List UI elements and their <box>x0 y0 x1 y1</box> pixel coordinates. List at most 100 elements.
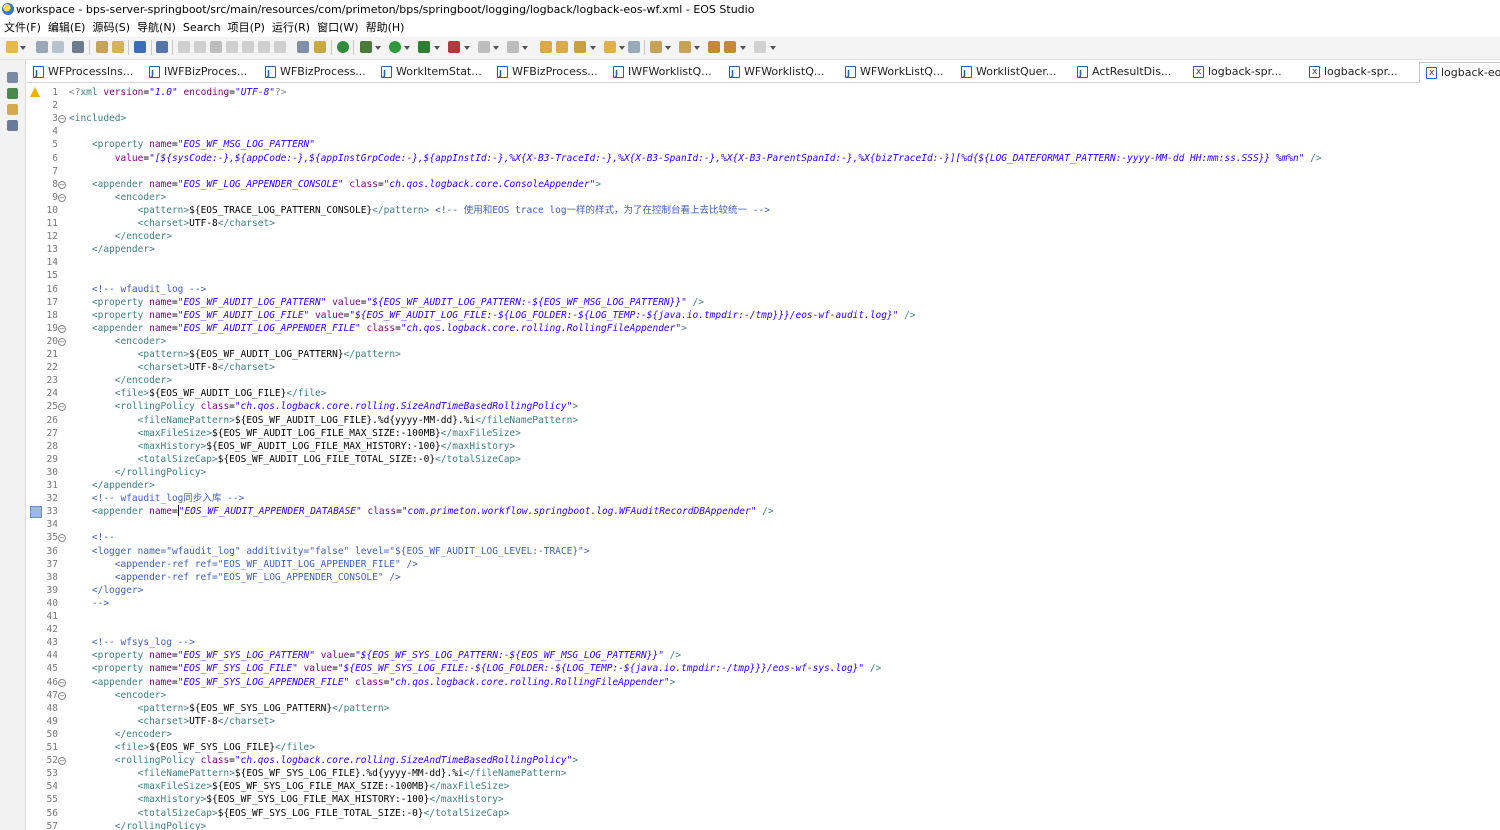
fold-toggle-icon[interactable]: − <box>58 324 66 333</box>
code-line[interactable]: 14 <box>27 256 1500 269</box>
code-line[interactable]: 46− <appender name="EOS_WF_SYS_LOG_APPEN… <box>27 676 1500 689</box>
menu-run[interactable]: 运行(R) <box>269 19 313 37</box>
code-line[interactable]: 16 <!-- wfaudit_log --> <box>27 283 1500 296</box>
code-line[interactable]: 44 <property name="EOS_WF_SYS_LOG_PATTER… <box>27 649 1500 662</box>
code-line[interactable]: 5 <property name="EOS_WF_MSG_LOG_PATTERN… <box>27 138 1500 151</box>
code-text[interactable]: </logger> <box>69 584 143 597</box>
debug-icon[interactable] <box>360 41 372 53</box>
terminate-icon[interactable] <box>210 41 222 53</box>
code-text[interactable]: <property name="EOS_WF_AUDIT_LOG_PATTERN… <box>69 296 704 309</box>
code-text[interactable]: <logger name="wfaudit_log" additivity="f… <box>69 545 590 558</box>
menu-help[interactable]: 帮助(H) <box>363 19 408 37</box>
code-line[interactable]: 12 </encoder> <box>27 230 1500 243</box>
code-line[interactable]: 33 <appender name="EOS_WF_AUDIT_APPENDER… <box>27 505 1500 519</box>
code-line[interactable]: 11 <charset>UTF-8</charset> <box>27 217 1500 230</box>
code-line[interactable]: 30 </rollingPolicy> <box>27 466 1500 479</box>
code-text[interactable]: <maxHistory>${EOS_WF_AUDIT_LOG_FILE_MAX_… <box>69 440 516 453</box>
forward-icon[interactable] <box>754 41 766 53</box>
menu-window[interactable]: 窗口(W) <box>314 19 361 37</box>
code-text[interactable]: value="[${sysCode:-},${appCode:-},${appI… <box>69 152 1322 165</box>
code-text[interactable]: </appender> <box>69 479 155 492</box>
code-line[interactable]: 1 <?xml version="1.0" encoding="UTF-8"?> <box>27 86 1500 99</box>
run-icon[interactable] <box>389 41 401 53</box>
fold-toggle-icon[interactable]: − <box>58 691 66 700</box>
code-line[interactable]: 19− <appender name="EOS_WF_AUDIT_LOG_APP… <box>27 322 1500 335</box>
code-text[interactable]: <rollingPolicy class="ch.qos.logback.cor… <box>69 400 578 413</box>
code-line[interactable]: 50 </encoder> <box>27 728 1500 741</box>
code-text[interactable]: <!-- wfaudit_log --> <box>69 283 206 296</box>
code-text[interactable]: <charset>UTF-8</charset> <box>69 217 275 230</box>
code-line[interactable]: 6 value="[${sysCode:-},${appCode:-},${ap… <box>27 152 1500 165</box>
project-explorer-icon[interactable] <box>7 104 18 115</box>
suspend-icon[interactable] <box>194 41 206 53</box>
terminal-icon[interactable] <box>134 41 146 53</box>
run-external-icon[interactable] <box>418 41 430 53</box>
code-text[interactable]: <pattern>${EOS_TRACE_LOG_PATTERN_CONSOLE… <box>69 204 770 217</box>
fold-toggle-icon[interactable]: − <box>58 403 66 412</box>
code-text[interactable]: <pattern>${EOS_WF_SYS_LOG_PATTERN}</patt… <box>69 702 390 715</box>
deploy-dropdown-icon[interactable] <box>522 46 528 50</box>
code-text[interactable]: <pattern>${EOS_WF_AUDIT_LOG_PATTERN}</pa… <box>69 348 401 361</box>
code-text[interactable]: <property name="EOS_WF_SYS_LOG_FILE" val… <box>69 662 881 675</box>
stop-icon[interactable] <box>478 41 490 53</box>
menu-file[interactable]: 文件(F) <box>1 19 44 37</box>
last-edit-location-icon[interactable] <box>708 41 720 53</box>
code-line[interactable]: 26 <fileNamePattern>${EOS_WF_AUDIT_LOG_F… <box>27 414 1500 427</box>
code-line[interactable]: 45 <property name="EOS_WF_SYS_LOG_FILE" … <box>27 662 1500 675</box>
code-text[interactable]: </encoder> <box>69 728 172 741</box>
code-line[interactable]: 48 <pattern>${EOS_WF_SYS_LOG_PATTERN}</p… <box>27 702 1500 715</box>
code-line[interactable]: 20− <encoder> <box>27 335 1500 348</box>
code-text[interactable]: </rollingPolicy> <box>69 466 207 479</box>
code-text[interactable]: <file>${EOS_WF_SYS_LOG_FILE}</file> <box>69 741 315 754</box>
coverage-icon[interactable] <box>448 41 460 53</box>
code-text[interactable]: <?xml version="1.0" encoding="UTF-8"?> <box>69 86 286 99</box>
code-text[interactable]: </rollingPolicy> <box>69 820 207 830</box>
next-annotation-icon[interactable] <box>650 41 662 53</box>
code-line[interactable]: 10 <pattern>${EOS_TRACE_LOG_PATTERN_CONS… <box>27 204 1500 217</box>
code-line[interactable]: 42 <box>27 623 1500 636</box>
code-line[interactable]: 27 <maxFileSize>${EOS_WF_AUDIT_LOG_FILE_… <box>27 427 1500 440</box>
editor-tab[interactable]: WFWorkListQ... <box>839 62 952 81</box>
editor-tab[interactable]: WFWorklistQ... <box>723 62 836 81</box>
code-text[interactable]: <property name="EOS_WF_AUDIT_LOG_FILE" v… <box>69 309 916 322</box>
fold-toggle-icon[interactable]: − <box>58 757 66 766</box>
menu-source[interactable]: 源码(S) <box>89 19 133 37</box>
disconnect-icon[interactable] <box>226 41 238 53</box>
code-text[interactable]: <rollingPolicy class="ch.qos.logback.cor… <box>69 754 578 767</box>
back-icon[interactable] <box>724 41 736 53</box>
open-folder-icon[interactable] <box>604 41 616 53</box>
code-line[interactable]: 39 </logger> <box>27 584 1500 597</box>
editor-tab[interactable]: WFBizProcess... <box>259 62 372 81</box>
new-dropdown-icon[interactable] <box>20 46 26 50</box>
editor-tab[interactable]: WorklistQuer... <box>955 62 1068 81</box>
previous-annotation-icon[interactable] <box>679 41 691 53</box>
fold-toggle-icon[interactable]: − <box>58 115 66 124</box>
run-dropdown-icon[interactable] <box>404 46 410 50</box>
code-line[interactable]: 31 </appender> <box>27 479 1500 492</box>
code-line[interactable]: 8− <appender name="EOS_WF_LOG_APPENDER_C… <box>27 178 1500 191</box>
fold-toggle-icon[interactable]: − <box>58 534 66 543</box>
editor-tab[interactable]: WFBizProcess... <box>491 62 604 81</box>
code-line[interactable]: 34 <box>27 518 1500 531</box>
code-line[interactable]: 37 <appender-ref ref="EOS_WF_AUDIT_LOG_A… <box>27 558 1500 571</box>
code-text[interactable]: <maxHistory>${EOS_WF_SYS_LOG_FILE_MAX_HI… <box>69 793 504 806</box>
code-line[interactable]: 53 <fileNamePattern>${EOS_WF_SYS_LOG_FIL… <box>27 767 1500 780</box>
code-text[interactable]: <property name="EOS_WF_MSG_LOG_PATTERN" <box>69 138 315 151</box>
code-line[interactable]: 56 <totalSizeCap>${EOS_WF_SYS_LOG_FILE_T… <box>27 807 1500 820</box>
code-line[interactable]: 57 </rollingPolicy> <box>27 820 1500 830</box>
code-text[interactable]: <totalSizeCap>${EOS_WF_AUDIT_LOG_FILE_TO… <box>69 453 521 466</box>
code-text[interactable]: <encoder> <box>69 191 166 204</box>
code-line[interactable]: 3− <included> <box>27 112 1500 125</box>
fold-toggle-icon[interactable]: − <box>58 193 66 202</box>
code-line[interactable]: 9− <encoder> <box>27 191 1500 204</box>
code-text[interactable]: <appender name="EOS_WF_AUDIT_LOG_APPENDE… <box>69 322 687 335</box>
coverage-dropdown-icon[interactable] <box>464 46 470 50</box>
code-line[interactable]: 13 </appender> <box>27 243 1500 256</box>
code-text[interactable]: <totalSizeCap>${EOS_WF_SYS_LOG_FILE_TOTA… <box>69 807 510 820</box>
code-line[interactable]: 49 <charset>UTF-8</charset> <box>27 715 1500 728</box>
save-all-icon[interactable] <box>52 41 64 53</box>
pin-icon[interactable] <box>574 41 586 53</box>
next-annotation-dropdown-icon[interactable] <box>665 46 671 50</box>
menu-project[interactable]: 项目(P) <box>225 19 268 37</box>
deploy-icon[interactable] <box>507 41 519 53</box>
